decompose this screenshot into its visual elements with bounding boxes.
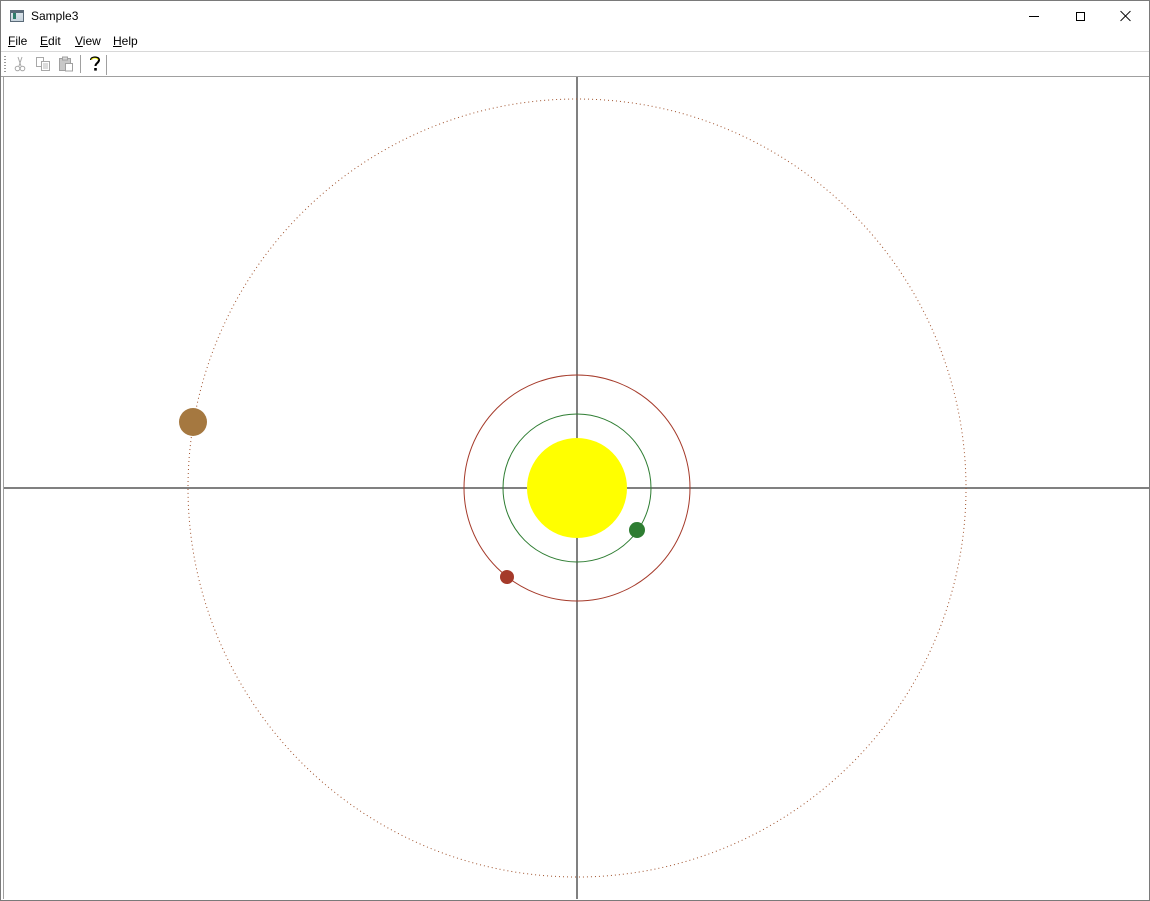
app-window: Sample3 File Edit View Help <box>0 0 1150 901</box>
menu-edit-rest: dit <box>48 34 61 48</box>
menu-edit[interactable]: Edit <box>40 34 61 48</box>
menu-view-rest: iew <box>82 34 101 48</box>
maximize-button[interactable] <box>1057 1 1103 31</box>
close-icon <box>1120 10 1132 22</box>
menu-help-mnemonic: H <box>113 34 122 48</box>
minimize-icon <box>1029 15 1039 17</box>
menu-file[interactable]: File <box>8 34 27 48</box>
inner-planet[interactable] <box>629 522 645 538</box>
cut-icon <box>14 56 26 72</box>
menu-file-rest: ile <box>15 34 28 48</box>
close-button[interactable] <box>1103 1 1149 31</box>
toolbar-end-separator <box>106 55 107 75</box>
menu-view[interactable]: View <box>75 34 101 48</box>
solar-system-canvas[interactable] <box>3 77 1149 899</box>
menu-view-mnemonic: V <box>75 34 83 48</box>
copy-button[interactable] <box>33 54 53 74</box>
menu-edit-mnemonic: E <box>40 34 49 48</box>
outer-planet[interactable] <box>179 408 207 436</box>
window-title: Sample3 <box>31 9 79 23</box>
copy-icon <box>36 57 50 71</box>
help-button[interactable] <box>85 54 105 74</box>
title-bar[interactable]: Sample3 <box>1 1 1149 31</box>
sun <box>527 438 627 538</box>
toolbar-grip[interactable] <box>4 56 6 72</box>
paste-button[interactable] <box>56 54 76 74</box>
paste-icon <box>59 56 73 72</box>
app-window-icon[interactable] <box>10 10 24 22</box>
menu-help-rest: elp <box>121 34 138 48</box>
middle-planet[interactable] <box>500 570 514 584</box>
minimize-button[interactable] <box>1011 1 1057 31</box>
cut-button[interactable] <box>10 54 30 74</box>
solar-system-drawing <box>4 77 1149 899</box>
toolbar-separator <box>80 55 81 73</box>
toolbar <box>1 52 1149 77</box>
menu-help[interactable]: Help <box>113 34 138 48</box>
maximize-icon <box>1075 11 1085 21</box>
menu-bar: File Edit View Help <box>1 31 1149 52</box>
help-icon <box>90 56 101 71</box>
